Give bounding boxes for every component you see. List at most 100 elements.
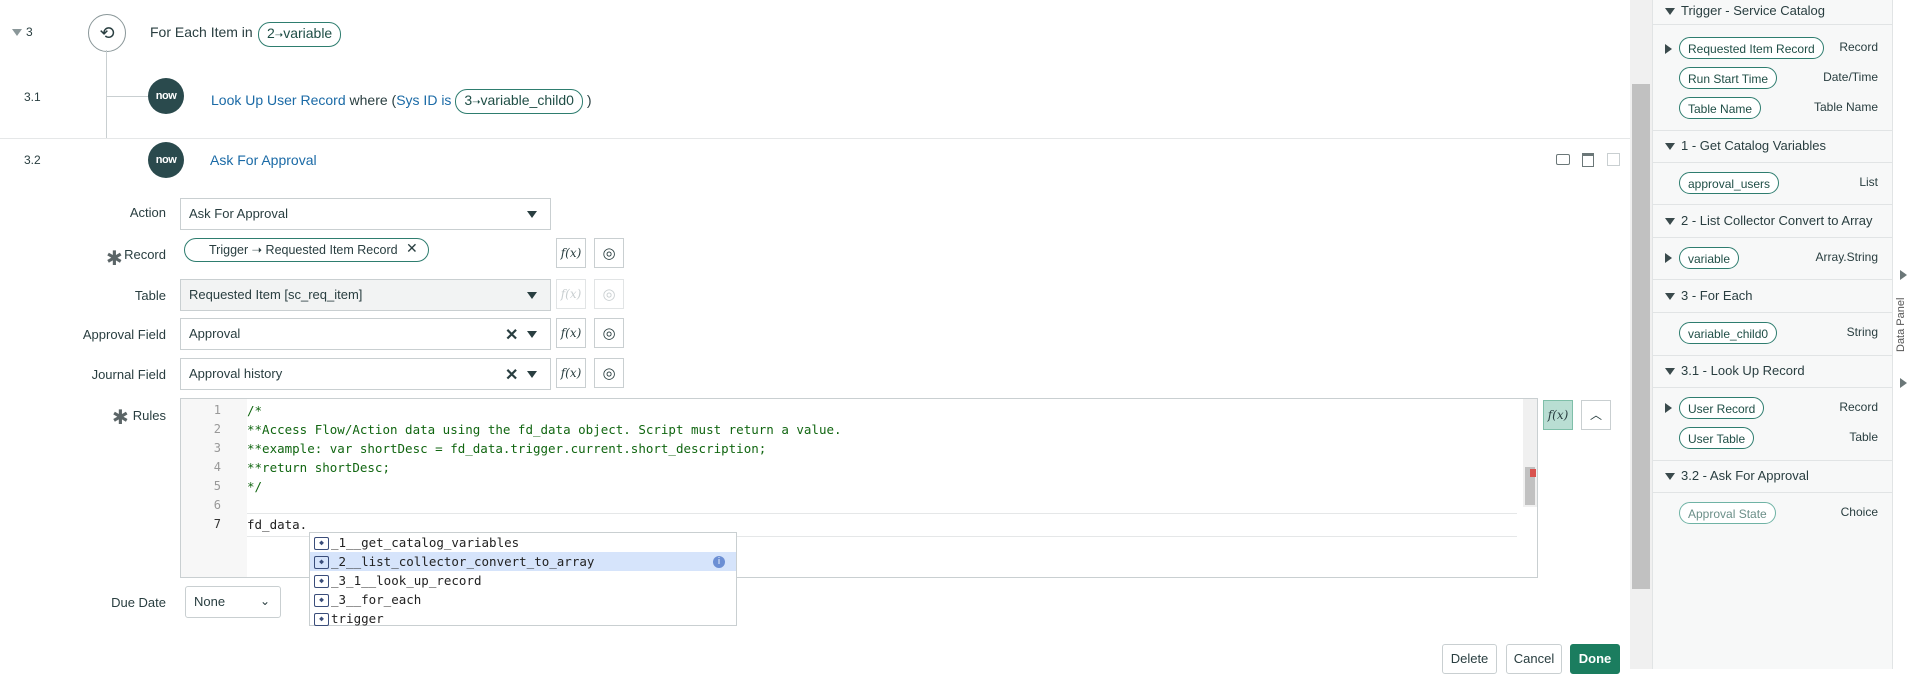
data-pill[interactable]: Approval State	[1679, 502, 1776, 524]
step-3-1-title[interactable]: Look Up User Record	[211, 92, 346, 108]
info-icon[interactable]: i	[713, 556, 725, 568]
autocomplete-item[interactable]: ◆ _3_1__look_up_record	[310, 571, 736, 590]
expand-panel-icon[interactable]	[1900, 270, 1907, 280]
script-toggle-button-active[interactable]: f(x)	[1543, 400, 1573, 430]
due-date-label: Due Date	[111, 595, 166, 610]
divider	[1653, 312, 1893, 313]
autocomplete-item[interactable]: ◆ _1__get_catalog_variables	[310, 533, 736, 552]
divider	[0, 138, 1630, 139]
expand-icon[interactable]	[1665, 44, 1672, 54]
script-toggle-button[interactable]: f(x)	[556, 238, 586, 268]
chevron-down-icon[interactable]	[527, 292, 537, 299]
step-3-1-summary[interactable]: Look Up User Record where (Sys ID is 3➝v…	[211, 89, 591, 114]
property-icon: ◆	[314, 594, 329, 607]
expand-icon[interactable]	[1665, 403, 1672, 413]
data-pill[interactable]: User Table	[1679, 427, 1755, 449]
divider	[1653, 492, 1893, 493]
record-label: Record	[124, 247, 166, 262]
error-marker	[1530, 469, 1536, 477]
property-icon: ◆	[314, 556, 329, 569]
data-panel-section-header[interactable]: 3 - For Each	[1653, 288, 1893, 303]
journal-field-select[interactable]: Approval history	[180, 358, 551, 390]
divider	[1653, 387, 1893, 388]
table-select[interactable]: Requested Item [sc_req_item]	[180, 279, 551, 311]
data-pill[interactable]: variable	[1679, 247, 1740, 269]
data-type: List	[1859, 175, 1878, 189]
cancel-button[interactable]: Cancel	[1506, 644, 1562, 674]
data-type: Record	[1839, 40, 1878, 54]
rules-label: Rules	[132, 408, 166, 423]
open-external-icon[interactable]	[1607, 153, 1620, 166]
clear-icon[interactable]: ✕	[505, 365, 518, 385]
data-pill[interactable]: Run Start Time	[1679, 67, 1778, 89]
step-3-2-title[interactable]: Ask For Approval	[210, 152, 317, 168]
divider	[1653, 460, 1893, 461]
chevron-down-icon[interactable]	[527, 371, 537, 378]
code-line: **Access Flow/Action data using the fd_d…	[247, 422, 842, 437]
autocomplete-item[interactable]: ◆ _3__for_each	[310, 590, 736, 609]
data-panel: Trigger - Service Catalog Requested Item…	[1652, 0, 1893, 669]
servicenow-icon: now	[148, 142, 184, 178]
autocomplete-item-selected[interactable]: ◆ _2__list_collector_convert_to_array i	[310, 552, 736, 571]
data-panel-section-header[interactable]: 2 - List Collector Convert to Array	[1653, 213, 1893, 228]
data-panel-rail-label[interactable]: Data Panel	[1895, 298, 1907, 352]
step-number: 3	[26, 25, 33, 39]
step-number: 3.1	[24, 90, 41, 104]
collapse-step-3-icon[interactable]	[12, 29, 22, 36]
connector-line	[106, 96, 148, 97]
servicenow-icon: now	[148, 78, 184, 114]
page-scrollbar-thumb[interactable]	[1632, 84, 1650, 589]
divider	[1653, 279, 1893, 280]
divider	[1653, 24, 1893, 25]
expand-panel-icon[interactable]	[1900, 378, 1907, 388]
journal-field-label: Journal Field	[91, 367, 166, 382]
autocomplete-dropdown[interactable]: ◆ _1__get_catalog_variables ◆ _2__list_col…	[309, 532, 737, 626]
script-toggle-button[interactable]: f(x)	[556, 358, 586, 388]
data-panel-section-header[interactable]: 1 - Get Catalog Variables	[1653, 138, 1893, 153]
data-pill[interactable]: approval_users	[1679, 172, 1780, 194]
divider	[1653, 237, 1893, 238]
record-data-pill[interactable]: Trigger ➝ Requested Item Record	[184, 238, 429, 262]
divider	[1653, 130, 1893, 131]
code-line-active[interactable]: fd_data.	[247, 517, 307, 532]
connector-line	[106, 50, 107, 138]
data-pill[interactable]: Table Name	[1679, 97, 1762, 119]
clear-icon[interactable]: ✕	[505, 325, 518, 345]
step-3-variable-pill[interactable]: 2➝variable	[258, 22, 342, 47]
done-button[interactable]: Done	[1570, 644, 1620, 674]
chevron-down-icon[interactable]: ⌄	[260, 594, 270, 608]
chevron-down-icon[interactable]	[527, 331, 537, 338]
code-line: **return shortDesc;	[247, 460, 390, 475]
property-icon: ◆	[314, 537, 329, 550]
data-panel-section-header[interactable]: 3.1 - Look Up Record	[1653, 363, 1893, 378]
data-pill-picker-icon[interactable]: ◎	[594, 238, 624, 268]
code-line: /*	[247, 403, 263, 418]
chevron-down-icon[interactable]	[527, 211, 537, 218]
data-pill-picker-icon[interactable]: ◎	[594, 318, 624, 348]
property-icon: ◆	[314, 613, 329, 626]
comment-icon[interactable]	[1556, 154, 1570, 165]
collapse-icon[interactable]: ︿	[1581, 400, 1611, 430]
data-pill[interactable]: User Record	[1679, 397, 1765, 419]
delete-button[interactable]: Delete	[1442, 644, 1497, 674]
expand-icon[interactable]	[1665, 253, 1672, 263]
script-toggle-button[interactable]: f(x)	[556, 318, 586, 348]
for-each-icon: ⟲	[88, 14, 126, 52]
data-type: Choice	[1840, 505, 1878, 519]
approval-field-select[interactable]: Approval	[180, 318, 551, 350]
data-pill[interactable]: variable_child0	[1679, 322, 1778, 344]
data-type: Table Name	[1813, 100, 1878, 114]
trash-icon[interactable]	[1582, 153, 1594, 167]
action-select[interactable]: Ask For Approval	[180, 198, 551, 230]
data-panel-section-header[interactable]: 3.2 - Ask For Approval	[1653, 468, 1893, 483]
autocomplete-item[interactable]: ◆ trigger	[310, 609, 736, 628]
step-3-1-variable-pill[interactable]: 3➝variable_child0	[455, 89, 583, 114]
remove-pill-icon[interactable]: ✕	[406, 240, 418, 257]
data-pill[interactable]: Requested Item Record	[1679, 37, 1824, 59]
data-panel-section-header[interactable]: Trigger - Service Catalog	[1653, 3, 1893, 18]
code-line: */	[247, 479, 263, 494]
data-pill-picker-icon[interactable]: ◎	[594, 358, 624, 388]
step-number: 3.2	[24, 153, 41, 167]
table-label: Table	[134, 288, 166, 303]
divider	[1653, 162, 1893, 163]
